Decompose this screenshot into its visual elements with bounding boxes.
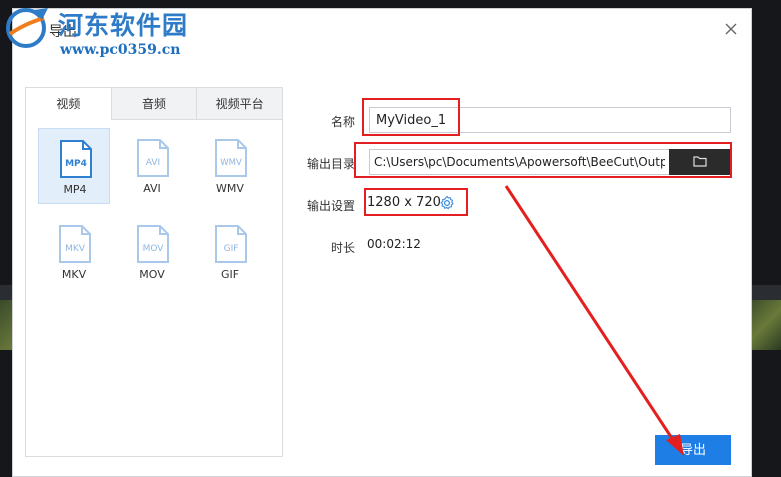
annotation-arrow — [504, 185, 684, 456]
